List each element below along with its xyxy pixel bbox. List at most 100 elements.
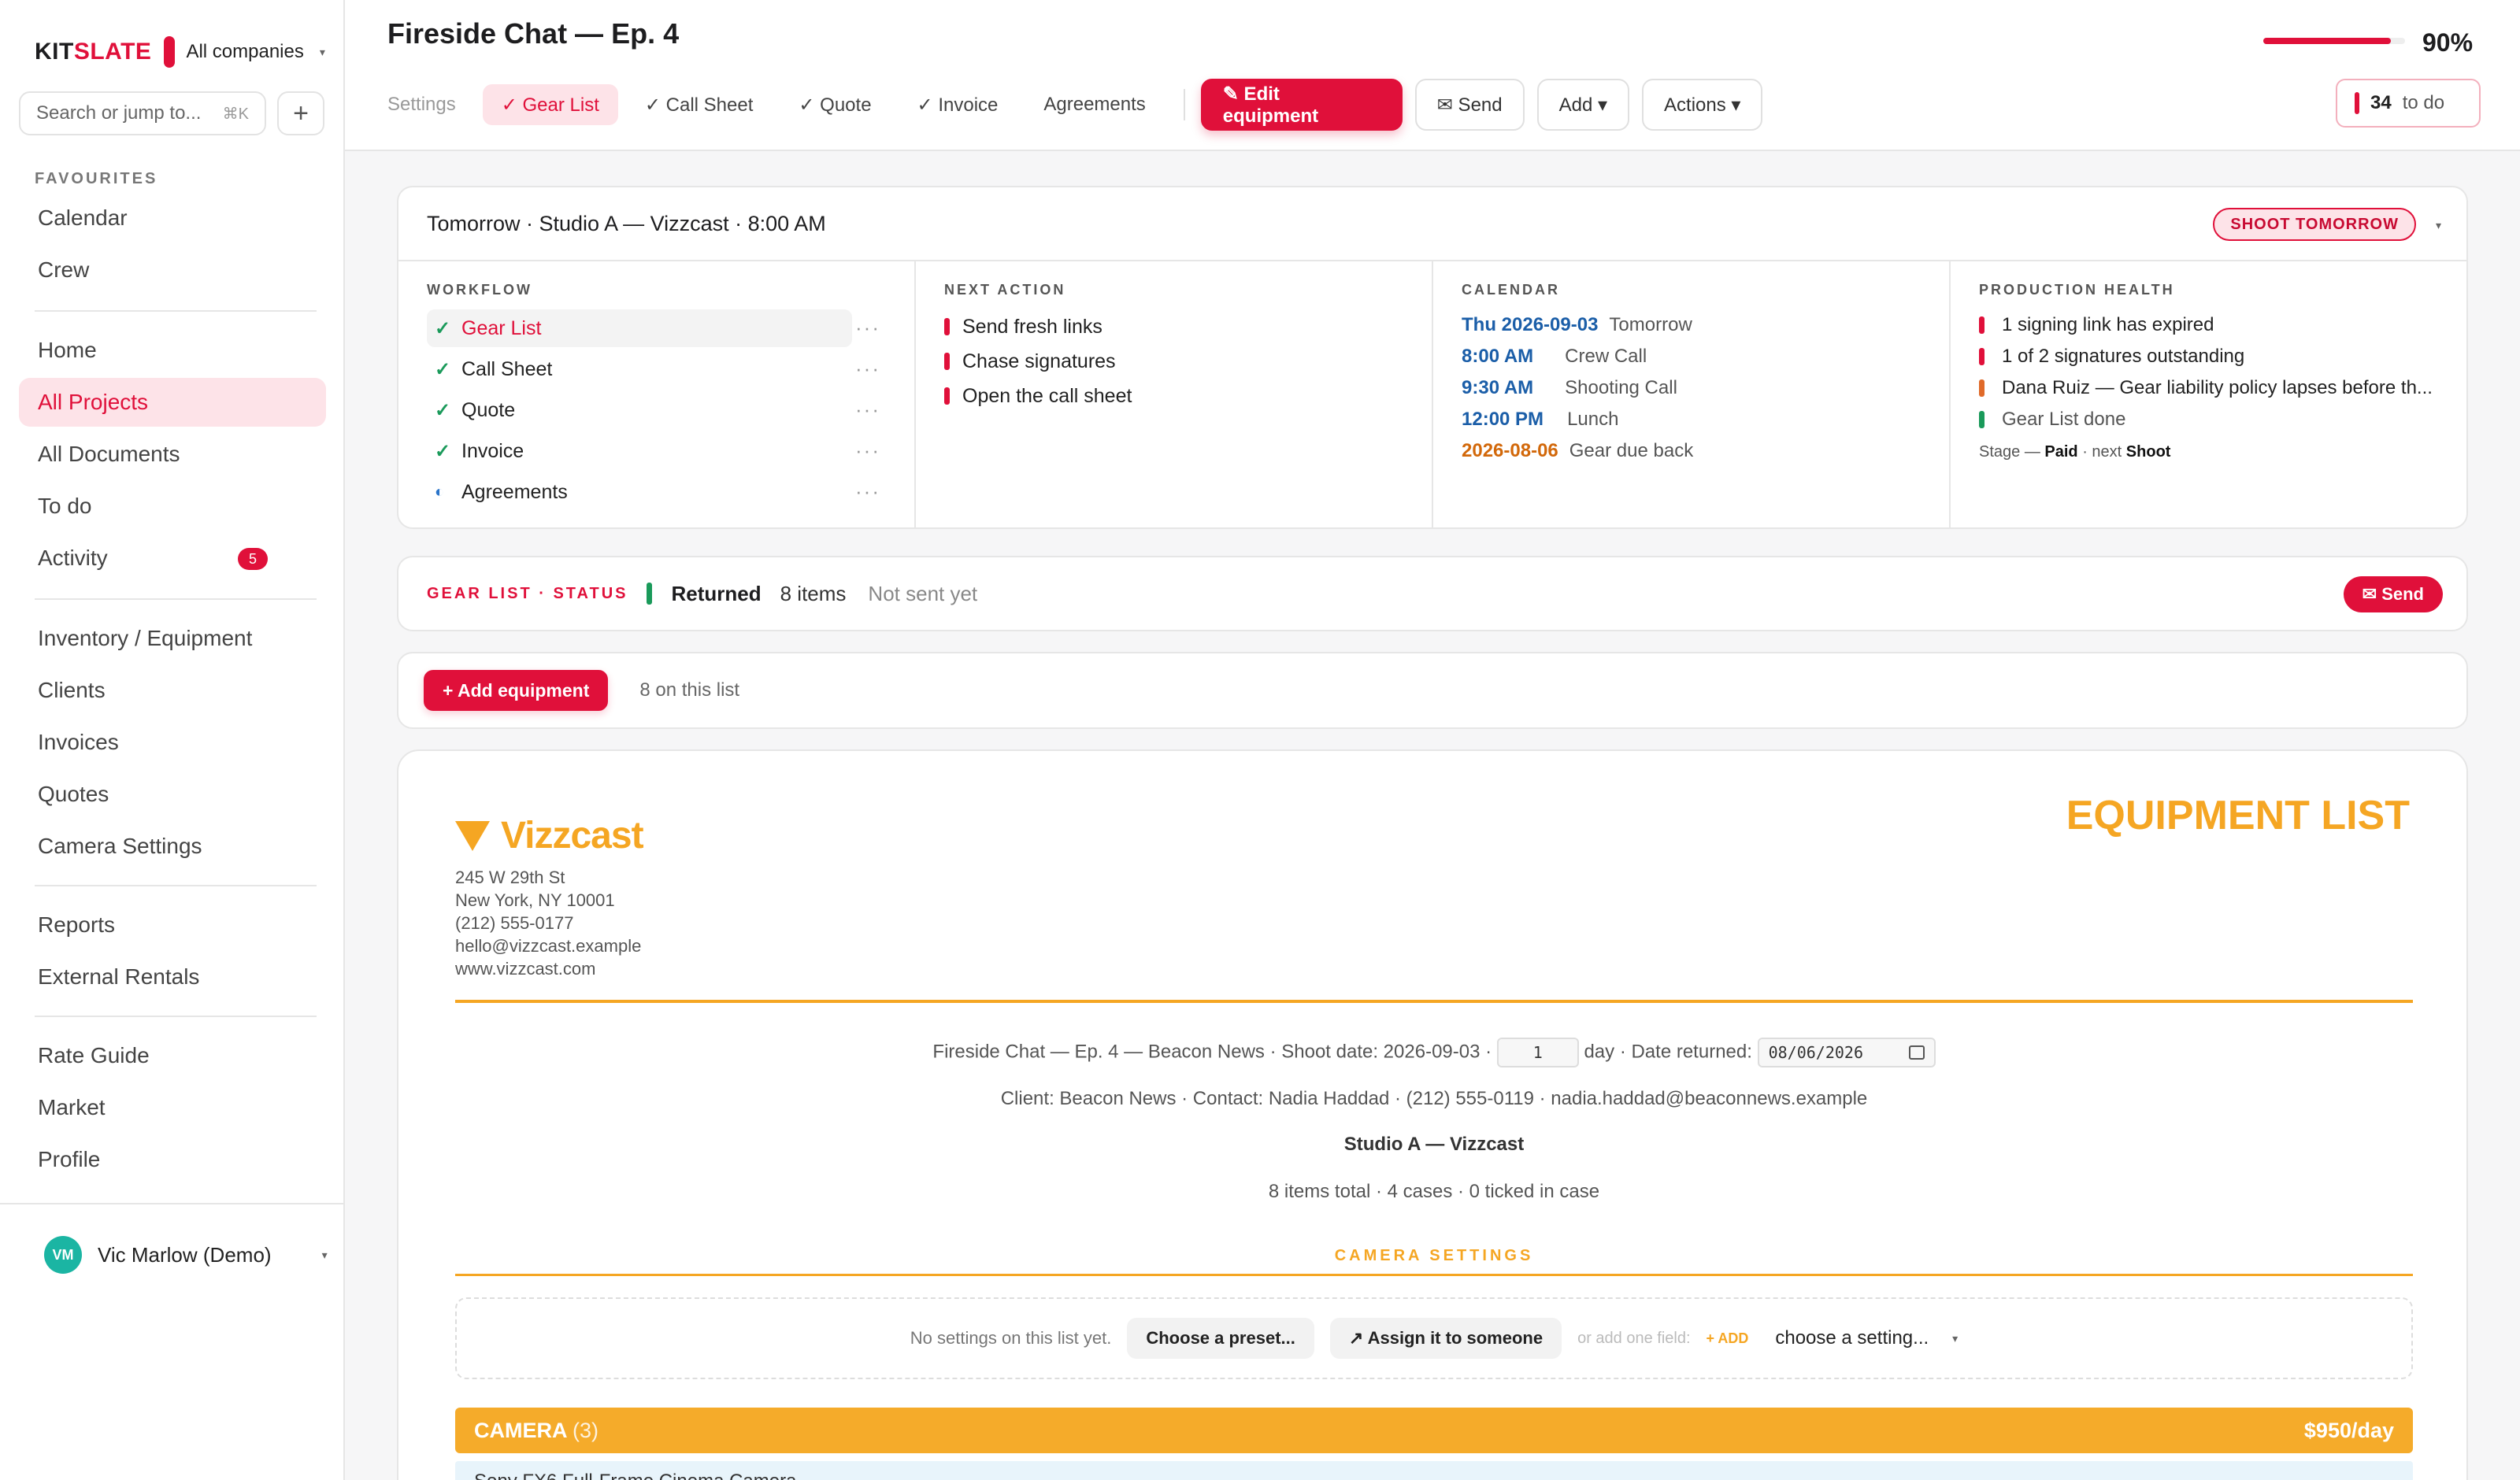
alert-marker-icon: [944, 318, 950, 335]
edit-equipment-button[interactable]: ✎ Edit equipment: [1200, 79, 1403, 131]
check-icon: ✓: [435, 317, 451, 339]
sidebar-item-camera-settings[interactable]: Camera Settings: [19, 822, 326, 871]
todo-indicator: [2355, 92, 2359, 114]
reports-nav: Reports External Rentals: [19, 901, 326, 1005]
category-count: (3): [573, 1418, 599, 1442]
sidebar-item-activity[interactable]: Activity 5: [19, 534, 326, 583]
address-email: hello@vizzcast.example: [455, 936, 642, 956]
sidebar-item-home[interactable]: Home: [19, 326, 326, 375]
document-tabs: Settings ✓ Gear List ✓ Call Sheet ✓ Quot…: [387, 79, 1775, 131]
sidebar-divider: [35, 598, 317, 600]
more-icon[interactable]: ···: [855, 316, 880, 340]
next-action-item[interactable]: Chase signatures: [944, 344, 1403, 379]
sidebar-item-inventory[interactable]: Inventory / Equipment: [19, 614, 326, 663]
workflow-item-label: Invoice: [461, 439, 524, 462]
calendar-time: 12:00 PM: [1462, 409, 1544, 430]
overview-header[interactable]: Tomorrow · Studio A — Vizzcast · 8:00 AM…: [398, 187, 2466, 261]
health-item[interactable]: Gear List done: [1979, 404, 2438, 435]
next-action-label: Chase signatures: [962, 350, 1116, 372]
add-field-link[interactable]: + ADD: [1707, 1330, 1749, 1347]
health-marker-icon: [1979, 379, 1984, 397]
next-action-item[interactable]: Send fresh links: [944, 309, 1403, 344]
status-heading: GEAR LIST · STATUS: [427, 584, 628, 602]
workflow-item-agreements[interactable]: ◐ Agreements ···: [427, 473, 880, 511]
send-gear-list-button[interactable]: ✉ Send: [2343, 576, 2443, 612]
date-returned-input[interactable]: 08/06/2026: [1757, 1038, 1936, 1067]
company-switcher[interactable]: All companies: [186, 41, 303, 63]
more-icon[interactable]: ···: [855, 479, 880, 504]
health-item[interactable]: 1 signing link has expired: [1979, 309, 2438, 341]
search-input[interactable]: Search or jump to... ⌘K: [19, 91, 266, 135]
new-item-button[interactable]: +: [277, 91, 324, 135]
calendar-icon[interactable]: [1908, 1045, 1925, 1060]
tab-invoice[interactable]: ✓ Invoice: [899, 84, 1017, 125]
shoot-details-text: Fireside Chat — Ep. 4 — Beacon News · Sh…: [932, 1041, 1492, 1063]
todo-button[interactable]: 34 to do: [2336, 79, 2481, 128]
add-equipment-button[interactable]: + Add equipment: [424, 670, 609, 711]
address-phone: (212) 555-0177: [455, 913, 574, 933]
sidebar-item-clients[interactable]: Clients: [19, 666, 326, 715]
tab-agreements[interactable]: Agreements: [1025, 84, 1164, 125]
workflow-item-invoice[interactable]: ✓ Invoice ···: [427, 432, 880, 470]
sidebar-item-market[interactable]: Market: [19, 1083, 326, 1132]
sidebar-item-rate-guide[interactable]: Rate Guide: [19, 1031, 326, 1080]
no-settings-note: No settings on this list yet.: [910, 1328, 1112, 1348]
half-circle-icon: ◐: [435, 483, 445, 501]
send-button[interactable]: ✉ Send: [1414, 79, 1525, 131]
calendar-time: 9:30 AM: [1462, 377, 1534, 398]
setting-select[interactable]: choose a setting...: [1775, 1327, 1929, 1349]
address-website: www.vizzcast.com: [455, 959, 596, 979]
summary-line: 8 items total · 4 cases · 0 ticked in ca…: [1268, 1181, 1600, 1202]
sidebar-item-all-documents[interactable]: All Documents: [19, 430, 326, 479]
check-icon: ✓: [435, 440, 451, 462]
workflow-item-gear-list[interactable]: ✓ Gear List ···: [427, 309, 879, 347]
tab-call-sheet[interactable]: ✓ Call Sheet: [626, 84, 773, 125]
sidebar-item-to-do[interactable]: To do: [19, 482, 326, 531]
brand-row[interactable]: KITSLATE All companies ▾: [35, 35, 325, 69]
next-action-label: Send fresh links: [962, 315, 1102, 338]
address-line: New York, NY 10001: [455, 890, 615, 910]
assign-button[interactable]: ↗ Assign it to someone: [1329, 1318, 1562, 1359]
stage-next-label: · next: [2082, 443, 2122, 461]
next-action-heading: NEXT ACTION: [944, 282, 1066, 298]
main-nav: Home All Projects All Documents To do Ac…: [19, 326, 326, 586]
check-icon: ✓: [435, 358, 451, 380]
extra-nav: Rate Guide Market Profile: [19, 1031, 326, 1187]
equipment-row[interactable]: Sony FX6 Full-Frame Cinema Camera: [455, 1461, 2413, 1480]
health-item[interactable]: 1 of 2 signatures outstanding: [1979, 341, 2438, 372]
more-icon[interactable]: ···: [855, 398, 880, 422]
category-header-camera[interactable]: CAMERA (3) $950/day: [455, 1408, 2413, 1453]
calendar-label: Tomorrow: [1609, 314, 1692, 335]
stage-value: Paid: [2044, 443, 2078, 461]
sidebar-item-profile[interactable]: Profile: [19, 1135, 326, 1184]
sidebar-item-invoices[interactable]: Invoices: [19, 718, 326, 767]
section-rule: [455, 1274, 2413, 1276]
tab-settings[interactable]: Settings: [387, 84, 475, 125]
more-icon[interactable]: ···: [855, 357, 880, 381]
user-menu[interactable]: VM Vic Marlow (Demo) ▾: [0, 1203, 343, 1305]
health-item-label: 1 signing link has expired: [2002, 314, 2214, 335]
health-item[interactable]: Dana Ruiz — Gear liability policy lapses…: [1979, 372, 2438, 404]
search-placeholder: Search or jump to...: [36, 102, 202, 124]
tab-quote[interactable]: ✓ Quote: [780, 84, 890, 125]
workflow-item-call-sheet[interactable]: ✓ Call Sheet ···: [427, 350, 880, 388]
actions-menu-button[interactable]: Actions ▾: [1642, 79, 1763, 131]
health-marker-icon: [1979, 316, 1984, 334]
sidebar-item-external-rentals[interactable]: External Rentals: [19, 953, 326, 1001]
status-value: Returned: [671, 581, 762, 605]
workflow-item-quote[interactable]: ✓ Quote ···: [427, 391, 880, 429]
more-icon[interactable]: ···: [855, 438, 880, 463]
sidebar-item-reports[interactable]: Reports: [19, 901, 326, 949]
sidebar-item-calendar[interactable]: Calendar: [19, 194, 326, 242]
brand-logo[interactable]: KITSLATE: [35, 39, 151, 65]
chevron-down-icon[interactable]: ▾: [2436, 219, 2441, 232]
choose-preset-button[interactable]: Choose a preset...: [1127, 1318, 1314, 1359]
sidebar-item-quotes[interactable]: Quotes: [19, 770, 326, 819]
days-input[interactable]: 1: [1496, 1038, 1579, 1067]
location-text: Studio A — Vizzcast: [1343, 1134, 1525, 1155]
sidebar-item-crew[interactable]: Crew: [19, 246, 326, 294]
next-action-item[interactable]: Open the call sheet: [944, 379, 1403, 413]
sidebar-item-all-projects[interactable]: All Projects: [19, 378, 326, 427]
add-menu-button[interactable]: Add ▾: [1536, 79, 1630, 131]
tab-gear-list[interactable]: ✓ Gear List: [482, 84, 618, 125]
